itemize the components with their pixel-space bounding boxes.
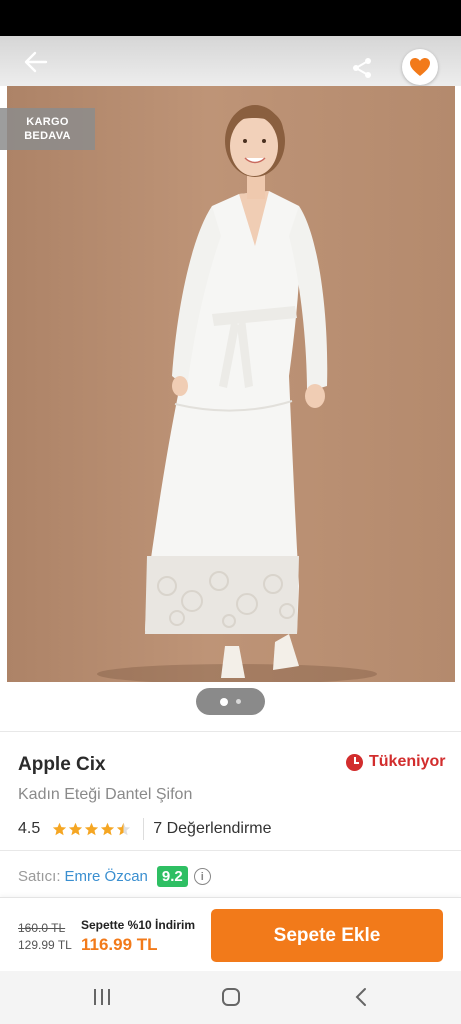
review-count[interactable]: 7 Değerlendirme [153, 820, 271, 838]
system-navigation-bar [0, 971, 461, 1024]
divider [0, 850, 461, 851]
brand-name[interactable]: Apple Cix [18, 754, 106, 776]
system-back-button[interactable] [347, 984, 375, 1010]
badge-line-1: KARGO [26, 116, 69, 128]
divider [0, 731, 461, 732]
rating-row[interactable]: 4.5 7 Değerlendirme [18, 818, 272, 840]
status-bar [0, 0, 461, 36]
add-to-cart-button[interactable]: Sepete Ekle [211, 909, 443, 962]
pagination-dot-active[interactable] [220, 697, 228, 706]
info-icon[interactable]: i [193, 868, 211, 885]
bottom-purchase-bar: 160.0 TL 129.99 TL Sepette %10 İndirim 1… [0, 897, 461, 971]
discounted-price: 129.99 TL [18, 938, 72, 952]
star-rating [52, 822, 131, 837]
stock-status: Tükeniyor [346, 753, 445, 771]
share-button[interactable] [346, 52, 378, 84]
seller-score-badge: 9.2 [156, 866, 188, 887]
back-chevron-icon [355, 988, 366, 1006]
product-photo [97, 105, 377, 682]
recent-apps-icon [94, 989, 110, 1005]
recent-apps-button[interactable] [88, 984, 116, 1010]
back-button[interactable] [20, 48, 52, 76]
star-full-icon [53, 822, 67, 835]
seller-label: Satıcı: [18, 868, 61, 885]
seller-name-link[interactable]: Emre Özcan [65, 868, 148, 885]
product-image[interactable] [7, 86, 455, 682]
image-pagination[interactable] [196, 688, 265, 715]
cart-promo-label: Sepette %10 İndirim [81, 918, 196, 932]
final-price: 116.99 TL [81, 935, 158, 954]
stock-status-label: Tükeniyor [369, 753, 446, 770]
product-name: Kadın Eteği Dantel Şifon [18, 786, 193, 803]
free-shipping-badge: KARGO BEDAVA [0, 108, 95, 150]
top-bar [0, 36, 461, 86]
home-button[interactable] [217, 984, 245, 1010]
seller-row: Satıcı: Emre Özcan 9.2 i [18, 866, 211, 887]
star-half-icon [117, 822, 131, 835]
home-icon [222, 988, 240, 1006]
arrow-left-icon [24, 51, 48, 73]
star-full-icon [101, 822, 115, 835]
star-full-icon [69, 822, 83, 835]
pagination-dot[interactable] [236, 699, 241, 704]
heart-icon [410, 58, 430, 76]
rating-separator [143, 818, 145, 840]
clock-icon [346, 753, 363, 771]
old-price: 160.0 TL [18, 921, 66, 935]
star-full-icon [85, 822, 99, 835]
share-icon [353, 58, 371, 78]
rating-value: 4.5 [18, 820, 41, 837]
favorite-button[interactable] [402, 49, 438, 85]
badge-line-2: BEDAVA [24, 130, 71, 142]
